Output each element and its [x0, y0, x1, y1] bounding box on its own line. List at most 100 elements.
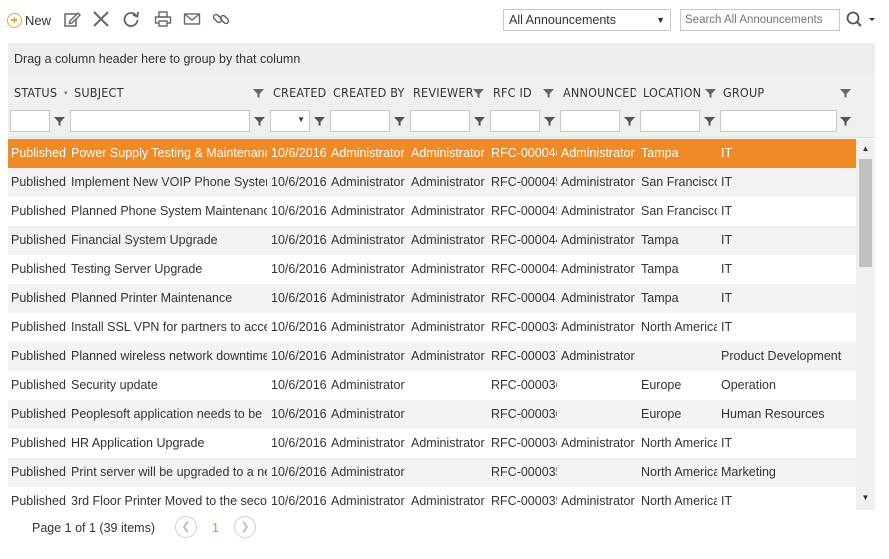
cell-status: Published [11, 436, 66, 450]
cell-location: San Francisco [641, 204, 717, 218]
cell-reviewer: Administrator [411, 262, 485, 276]
column-header-location[interactable]: LOCATION [643, 75, 705, 110]
filter-icon[interactable] [474, 116, 485, 127]
cell-group: IT [721, 175, 733, 189]
filter-date-created[interactable]: ▼ [270, 110, 310, 132]
delete-icon[interactable] [91, 9, 111, 29]
table-row[interactable]: Published Planned wireless network downti… [8, 342, 856, 371]
email-icon[interactable] [182, 9, 202, 29]
cell-group: IT [721, 146, 733, 160]
filter-icon[interactable] [254, 116, 265, 127]
filter-input-status[interactable] [10, 110, 50, 132]
search-button[interactable] [845, 9, 883, 31]
cell-announced-by: Administrator [561, 436, 635, 450]
search-input[interactable] [680, 9, 840, 31]
cell-created: 10/6/2016 [271, 407, 327, 421]
page-number-button[interactable]: 1 [212, 512, 219, 544]
cell-created-by: Administrator [331, 407, 405, 421]
table-row[interactable]: Published 3rd Floor Printer Moved to the … [8, 487, 856, 510]
cell-status: Published [11, 320, 66, 334]
filter-input-rfc-id[interactable] [490, 110, 540, 132]
cell-status: Published [11, 291, 66, 305]
column-header-created[interactable]: CREATED [273, 75, 328, 110]
filter-icon[interactable] [253, 88, 264, 99]
cell-created-by: Administrator [331, 146, 405, 160]
cell-created-by: Administrator [331, 262, 405, 276]
filter-input-created-by[interactable] [330, 110, 390, 132]
filter-icon[interactable] [473, 88, 484, 99]
group-by-panel[interactable]: Drag a column header here to group by th… [8, 43, 875, 75]
table-row[interactable]: Published Peoplesoft application needs to… [8, 400, 856, 429]
edit-icon[interactable] [62, 9, 82, 29]
filter-icon[interactable] [840, 116, 851, 127]
filter-icon[interactable] [840, 88, 851, 99]
filter-icon[interactable] [624, 116, 635, 127]
cell-location: Tampa [641, 233, 679, 247]
table-row[interactable]: Published Install SSL VPN for partners to… [8, 313, 856, 342]
filter-icon[interactable] [394, 116, 405, 127]
cell-rfc-id: RFC-000037 [491, 349, 557, 363]
grid-body: Published Power Supply Testing & Maintena… [8, 139, 856, 510]
cell-subject: Planned Printer Maintenance [71, 291, 233, 305]
cell-announced-by: Administrator [561, 175, 635, 189]
table-row[interactable]: Published HR Application Upgrade 10/6/2016… [8, 429, 856, 458]
cell-status: Published [11, 233, 66, 247]
table-row[interactable]: Published Implement New VOIP Phone System… [8, 168, 856, 197]
pager: Page 1 of 1 (39 items) ❮ 1 ❯ [8, 512, 875, 544]
table-row[interactable]: Published Security update 10/6/2016 Adminis… [8, 371, 856, 400]
table-row[interactable]: Published Testing Server Upgrade 10/6/2016… [8, 255, 856, 284]
cell-announced-by [561, 400, 637, 429]
filter-input-announced-by[interactable] [560, 110, 620, 132]
table-row[interactable]: Published Planned Printer Maintenance 10/6… [8, 284, 856, 313]
cell-status: Published [11, 262, 66, 276]
filter-icon[interactable] [543, 88, 554, 99]
filter-icon[interactable] [705, 88, 716, 99]
vertical-scrollbar[interactable]: ▲ ▼ [856, 139, 875, 510]
cell-subject: Planned wireless network downtime [71, 349, 267, 363]
filter-icon[interactable] [54, 116, 65, 127]
group-by-hint: Drag a column header here to group by th… [14, 52, 301, 66]
filter-icon[interactable] [704, 116, 715, 127]
cell-group: Human Resources [721, 407, 825, 421]
cell-announced-by [561, 371, 637, 400]
prev-page-button[interactable]: ❮ [175, 516, 197, 538]
link-icon[interactable] [211, 9, 231, 29]
print-icon[interactable] [153, 9, 173, 29]
table-row[interactable]: Published Power Supply Testing & Maintena… [8, 139, 856, 168]
cell-created-by: Administrator [331, 436, 405, 450]
column-header-rfc-id[interactable]: RFC ID [493, 75, 543, 110]
filter-icon[interactable] [314, 116, 325, 127]
filter-input-group[interactable] [720, 110, 837, 132]
cell-reviewer: Administrator [411, 233, 485, 247]
filter-icon[interactable] [544, 116, 555, 127]
announcement-scope-select[interactable]: All Announcements ▼ [503, 9, 671, 31]
column-header-subject[interactable]: SUBJECT [74, 75, 244, 110]
cell-group: IT [721, 262, 733, 276]
filter-input-subject[interactable] [70, 110, 250, 132]
column-header-announced-by[interactable]: ANNOUNCED BY [563, 75, 636, 110]
cell-status: Published [11, 407, 66, 421]
table-row[interactable]: Published Print server will be upgraded t… [8, 458, 856, 487]
table-row[interactable]: Published Planned Phone System Maintenanc… [8, 197, 856, 226]
cell-created: 10/6/2016 [271, 146, 327, 160]
cell-rfc-id: RFC-000045 [491, 204, 557, 218]
scroll-down-icon[interactable]: ▼ [856, 490, 875, 506]
cell-group: IT [721, 436, 733, 450]
cell-subject: Print server will be upgraded to a new [71, 465, 267, 479]
column-header-created-by[interactable]: CREATED BY [333, 75, 413, 110]
column-header-status[interactable]: STATUS [14, 75, 64, 110]
new-button[interactable]: New [7, 10, 51, 30]
cell-group: IT [721, 320, 733, 334]
next-page-button[interactable]: ❯ [234, 516, 256, 538]
scrollbar-thumb[interactable] [859, 159, 872, 267]
refresh-icon[interactable] [121, 9, 141, 29]
column-header-group[interactable]: GROUP [723, 75, 833, 110]
filter-input-reviewer[interactable] [410, 110, 470, 132]
cell-created-by: Administrator [331, 204, 405, 218]
cell-created: 10/6/2016 [271, 233, 327, 247]
filter-input-location[interactable] [640, 110, 700, 132]
table-row[interactable]: Published Financial System Upgrade 10/6/20… [8, 226, 856, 255]
column-header-reviewer[interactable]: REVIEWER [413, 75, 473, 110]
toolbar: New All Announcements ▼ [0, 0, 889, 38]
scroll-up-icon[interactable]: ▲ [856, 141, 875, 157]
